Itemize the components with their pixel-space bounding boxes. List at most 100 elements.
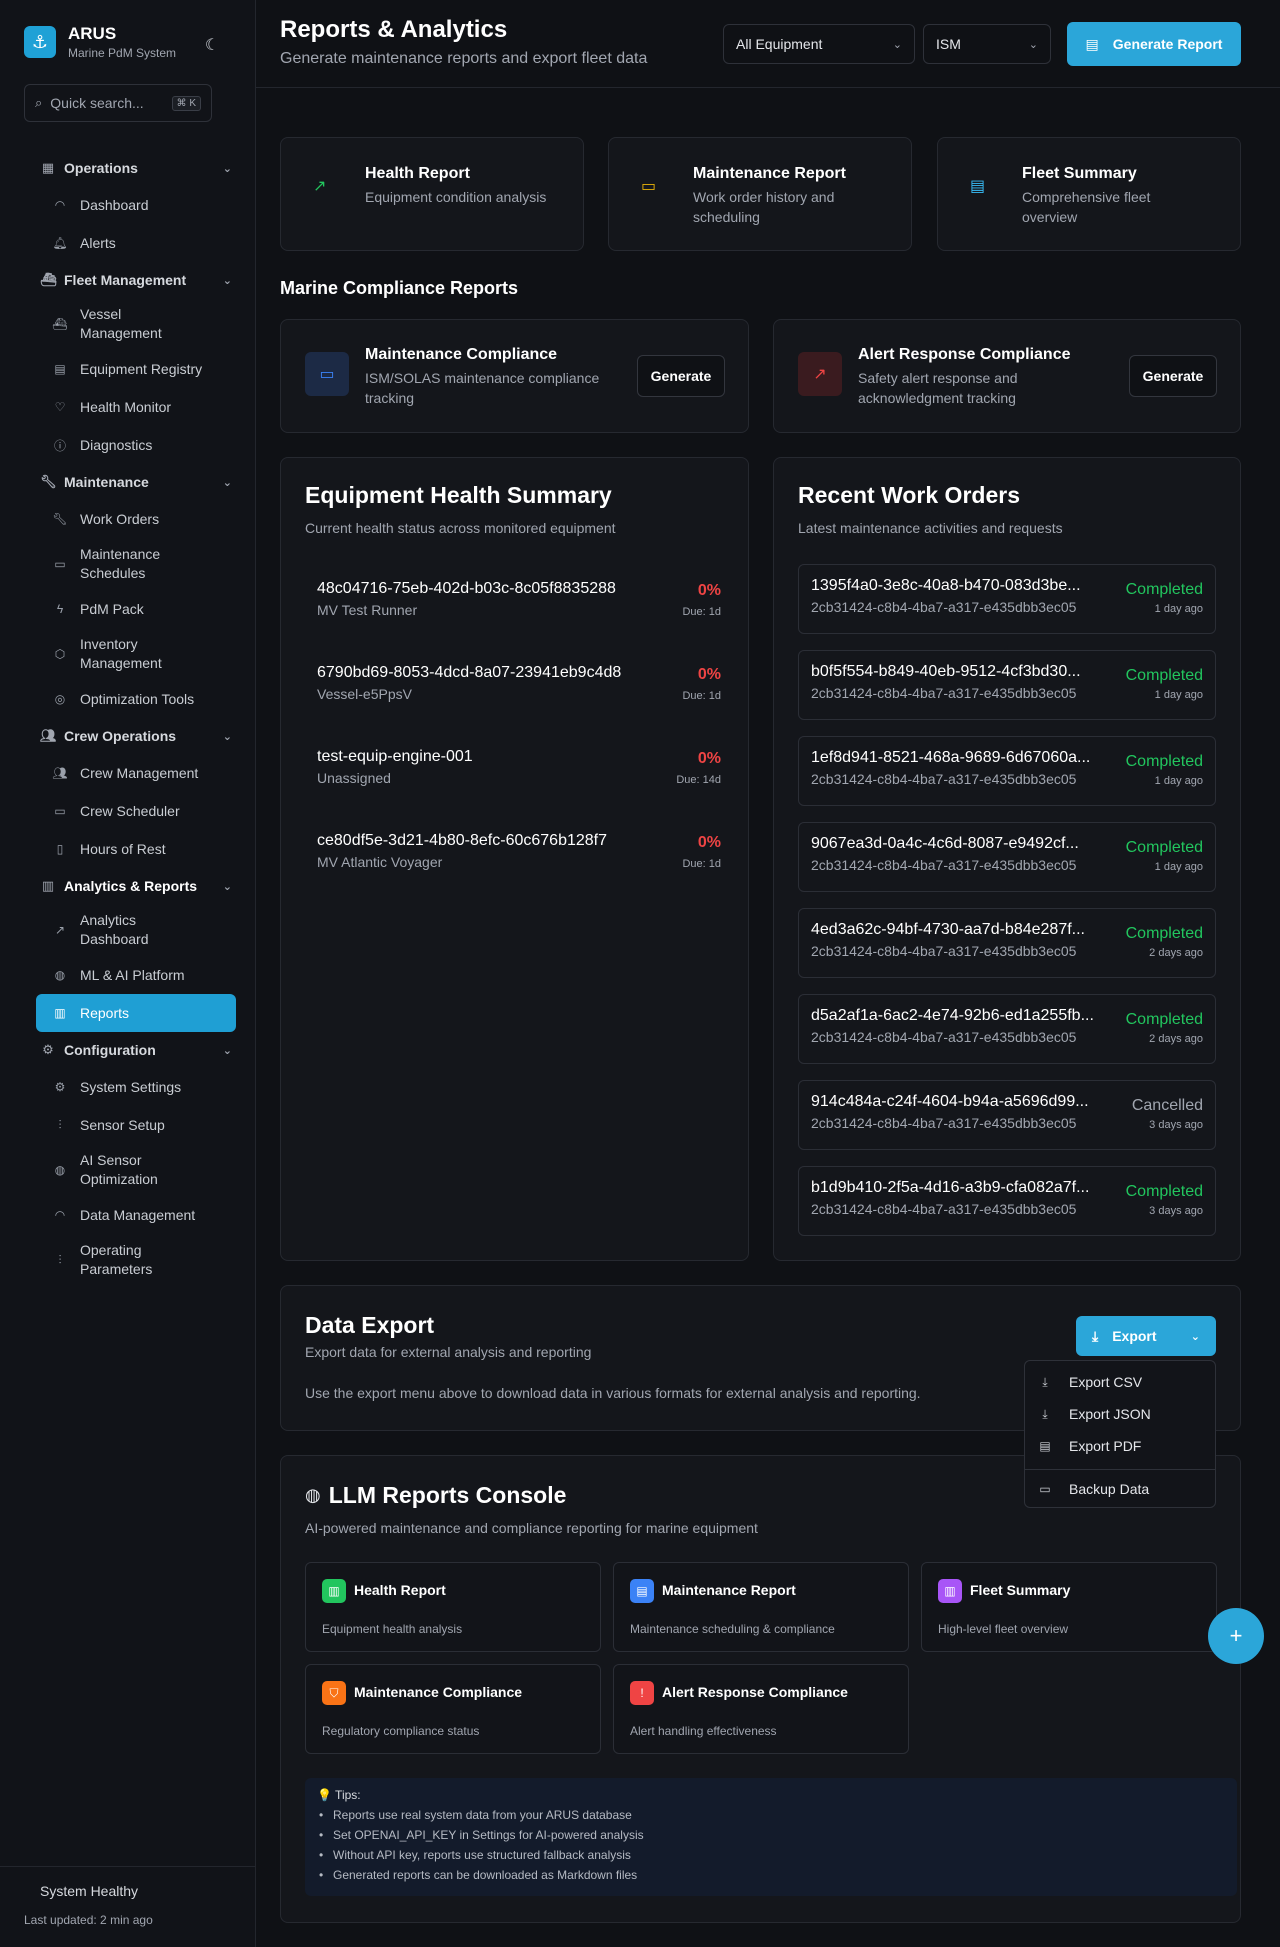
report-type-fleet-summary[interactable]: ▤ Fleet Summary Comprehensive fleet over… (937, 137, 1241, 251)
sidebar-item-data-management[interactable]: ◠ Data Management (36, 1196, 236, 1234)
sidebar-item-ml-ai-platform[interactable]: ◍ ML & AI Platform (36, 956, 236, 994)
quick-search-button[interactable]: ⌕ Quick search... ⌘ K (24, 84, 212, 122)
brain-icon: ◍ (305, 1485, 321, 1505)
work-order-row[interactable]: d5a2af1a-6ac2-4e74-92b6-ed1a255fb... 2cb… (798, 994, 1216, 1064)
sidebar-item-hours-of-rest[interactable]: ▯ Hours of Rest (36, 830, 236, 868)
llm-card-fleet-summary[interactable]: ▥ Fleet Summary High-level fleet overvie… (921, 1562, 1217, 1652)
sidebar-item-crew-management[interactable]: 👥︎ Crew Management (36, 754, 236, 792)
work-order-row[interactable]: 1395f4a0-3e8c-40a8-b470-083d3be... 2cb31… (798, 564, 1216, 634)
bell-icon: 🔔︎ (52, 236, 68, 250)
sidebar-item-diagnostics[interactable]: ⓘ Diagnostics (36, 426, 236, 464)
report-type-desc: Comprehensive fleet overview (1022, 189, 1151, 225)
generate-maintenance-compliance-button[interactable]: Generate (637, 355, 725, 397)
menu-item-backup-data[interactable]: ▭ Backup Data (1025, 1473, 1215, 1505)
timestamp: 1 day ago (1154, 689, 1203, 701)
wifi-icon: ◠ (54, 1208, 66, 1222)
compliance-heading: Marine Compliance Reports (280, 278, 519, 298)
export-note: Use the export menu above to download da… (305, 1385, 921, 1401)
menu-item-export-csv[interactable]: ⤓ Export CSV (1025, 1366, 1215, 1398)
report-type-health[interactable]: ↗ Health Report Equipment condition anal… (280, 137, 584, 251)
sidebar-item-maintenance-schedules[interactable]: ▭ Maintenance Schedules (36, 538, 236, 590)
nav-group-analytics[interactable]: ▥ Analytics & Reports ⌄ (0, 868, 256, 904)
moon-icon[interactable]: ☾ (202, 36, 222, 56)
llm-card-title: Fleet Summary (970, 1582, 1071, 1598)
report-type-title: Maintenance Report (693, 165, 846, 182)
sidebar-item-ai-sensor-optimization[interactable]: ◍ AI Sensor Optimization (36, 1144, 236, 1196)
menu-item-export-json[interactable]: ⤓ Export JSON (1025, 1398, 1215, 1430)
sidebar-item-operating-parameters[interactable]: ⫶ Operating Parameters (36, 1234, 236, 1286)
sidebar-nav: ▦ Operations ⌄ ◠ Dashboard 🔔︎ Alerts ⛴︎ Fl… (0, 150, 256, 1286)
panel-subtitle: AI-powered maintenance and compliance re… (305, 1520, 758, 1536)
work-order-row[interactable]: 914c484a-c24f-4604-b94a-a5696d99... 2cb3… (798, 1080, 1216, 1150)
report-type-desc: Equipment condition analysis (365, 189, 547, 205)
status-badge: Completed (1125, 667, 1203, 684)
sidebar-item-work-orders[interactable]: 🔧︎ Work Orders (36, 500, 236, 538)
llm-card-desc: Maintenance scheduling & compliance (630, 1622, 835, 1636)
sidebar-item-label: Data Management (80, 1207, 196, 1223)
compliance-card-maintenance: ▭ Maintenance Compliance ISM/SOLAS maint… (280, 319, 749, 433)
work-order-row[interactable]: b0f5f554-b849-40eb-9512-4cf3bd30... 2cb3… (798, 650, 1216, 720)
menu-item-export-pdf[interactable]: ▤ Export PDF (1025, 1430, 1215, 1462)
nav-group-fleet[interactable]: ⛴︎ Fleet Management ⌄ (0, 262, 256, 298)
nav-group-crew[interactable]: 👥︎ Crew Operations ⌄ (0, 718, 256, 754)
llm-console-title: ◍ LLM Reports Console (305, 1482, 566, 1509)
nav-group-operations[interactable]: ▦ Operations ⌄ (0, 150, 256, 186)
report-type-maintenance[interactable]: ▭ Maintenance Report Work order history … (608, 137, 912, 251)
chevron-down-icon: ⌄ (892, 38, 902, 51)
llm-card-health-report[interactable]: ▥ Health Report Equipment health analysi… (305, 1562, 601, 1652)
sidebar-item-label: Alerts (80, 235, 116, 251)
sidebar-item-optimization-tools[interactable]: ◎ Optimization Tools (36, 680, 236, 718)
nav-group-configuration[interactable]: ⚙ Configuration ⌄ (0, 1032, 256, 1068)
work-order-row[interactable]: b1d9b410-2f5a-4d16-a3b9-cfa082a7f... 2cb… (798, 1166, 1216, 1236)
export-button[interactable]: ⤓ Export ⌄ (1076, 1316, 1216, 1356)
chevron-down-icon: ⌄ (222, 1044, 232, 1057)
sidebar-item-health-monitor[interactable]: ♡ Health Monitor (36, 388, 236, 426)
work-order-id: 4ed3a62c-94bf-4730-aa7d-b84e287f... (811, 921, 1085, 938)
list-item[interactable]: test-equip-engine-001 Unassigned 0% Due:… (317, 748, 721, 808)
calendar-check-icon: ▭ (54, 804, 66, 818)
list-item[interactable]: ce80df5e-3d21-4b80-8efc-60c676b128f7 MV … (317, 832, 721, 892)
list-item[interactable]: 48c04716-75eb-402d-b03c-8c05f8835288 MV … (317, 580, 721, 640)
work-order-id: 914c484a-c24f-4604-b94a-a5696d99... (811, 1093, 1089, 1110)
work-order-row[interactable]: 1ef8d941-8521-468a-9689-6d67060a... 2cb3… (798, 736, 1216, 806)
llm-card-alert-response-compliance[interactable]: ! Alert Response Compliance Alert handli… (613, 1664, 909, 1754)
sidebar-item-inventory-management[interactable]: ⬡ Inventory Management (36, 628, 236, 680)
wrench-icon: 🔧︎ (52, 512, 68, 526)
generate-alert-compliance-button[interactable]: Generate (1129, 355, 1217, 397)
nav-group-maintenance[interactable]: 🔧︎ Maintenance ⌄ (0, 464, 256, 500)
health-percent: 0% (697, 750, 721, 767)
work-order-id: 1ef8d941-8521-468a-9689-6d67060a... (811, 749, 1091, 766)
compliance-title: Maintenance Compliance (365, 346, 558, 363)
work-order-row[interactable]: 4ed3a62c-94bf-4730-aa7d-b84e287f... 2cb3… (798, 908, 1216, 978)
sidebar-item-reports[interactable]: ▥ Reports (36, 994, 236, 1032)
list-item[interactable]: 6790bd69-8053-4dcd-8a07-23941eb9c4d8 Ves… (317, 664, 721, 724)
sidebar-item-crew-scheduler[interactable]: ▭ Crew Scheduler (36, 792, 236, 830)
work-order-row[interactable]: 9067ea3d-0a4c-4c6d-8087-e9492cf... 2cb31… (798, 822, 1216, 892)
equipment-id: ce80df5e-3d21-4b80-8efc-60c676b128f7 (317, 832, 608, 849)
sidebar-item-label: Work Orders (80, 511, 160, 527)
generate-report-button[interactable]: ▤ Generate Report (1067, 22, 1241, 66)
status-badge: Completed (1125, 925, 1203, 942)
report-type-title: Fleet Summary (1022, 165, 1137, 182)
tip-item: Generated reports can be downloaded as M… (319, 1868, 637, 1882)
sidebar-item-alerts[interactable]: 🔔︎ Alerts (36, 224, 236, 262)
sidebar-item-system-settings[interactable]: ⚙ System Settings (36, 1068, 236, 1106)
llm-card-maintenance-report[interactable]: ▤ Maintenance Report Maintenance schedul… (613, 1562, 909, 1652)
equipment-id: 2cb31424-c8b4-4ba7-a317-e435dbb3ec05 (811, 771, 1077, 787)
sidebar-item-sensor-setup[interactable]: ⫶ Sensor Setup (36, 1106, 236, 1144)
add-fab-button[interactable]: + (1208, 1608, 1264, 1664)
standard-select[interactable]: ISM ⌄ (923, 24, 1051, 64)
sidebar-item-pdm-pack[interactable]: ϟ PdM Pack (36, 590, 236, 628)
sidebar-item-vessel-management[interactable]: ⛴︎ Vessel Management (36, 298, 236, 350)
sidebar-item-dashboard[interactable]: ◠ Dashboard (36, 186, 236, 224)
sidebar-item-label: AI Sensor Optimization (80, 1152, 158, 1187)
sidebar-footer: System Healthy Last updated: 2 min ago (0, 1866, 256, 1947)
equipment-select[interactable]: All Equipment ⌄ (723, 24, 915, 64)
equipment-id: 2cb31424-c8b4-4ba7-a317-e435dbb3ec05 (811, 1201, 1077, 1217)
llm-card-maintenance-compliance[interactable]: ⛉ Maintenance Compliance Regulatory comp… (305, 1664, 601, 1754)
brand[interactable]: ⚓ ARUS Marine PdM System (24, 24, 176, 60)
sidebar-item-equipment-registry[interactable]: ▤ Equipment Registry (36, 350, 236, 388)
sidebar-item-analytics-dashboard[interactable]: ↗ Analytics Dashboard (36, 904, 236, 956)
download-icon: ⤓ (1042, 1406, 1048, 1421)
quick-search-placeholder: Quick search... (50, 95, 144, 111)
